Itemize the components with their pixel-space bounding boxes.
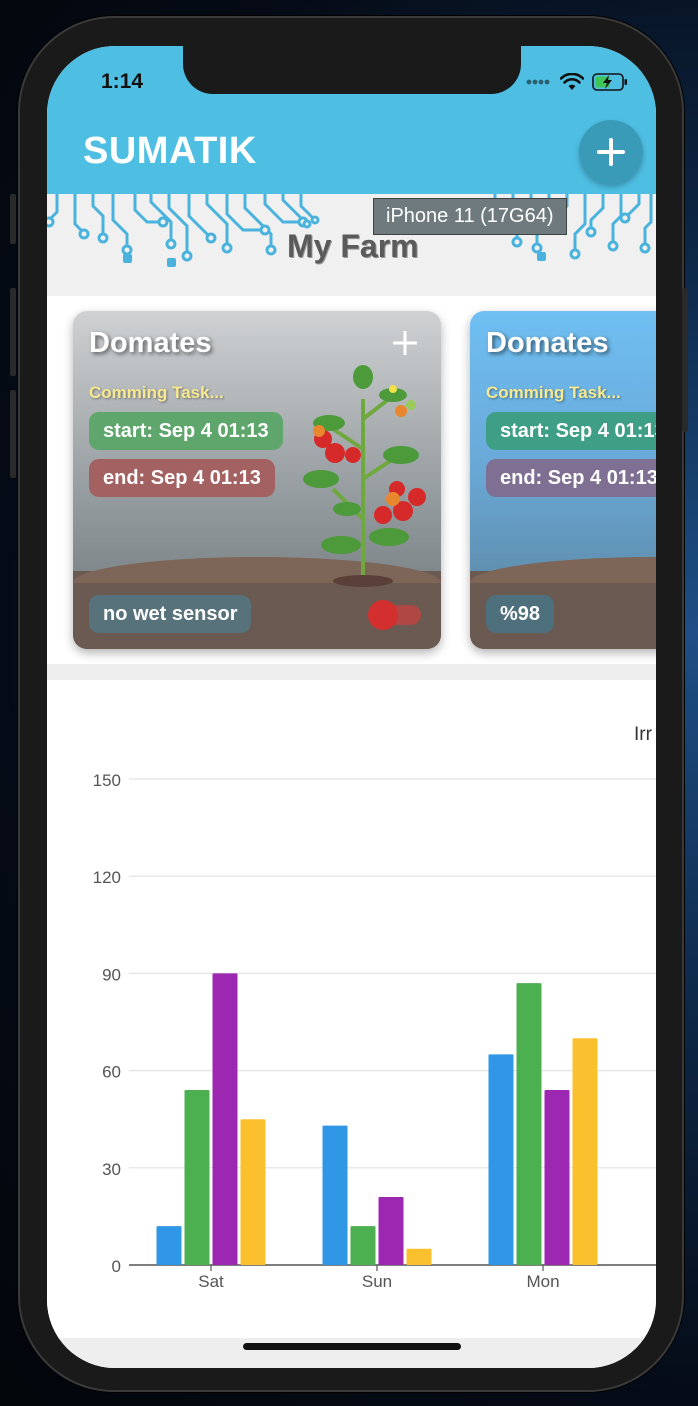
task-end-badge: end: Sep 4 01:13: [486, 459, 656, 497]
power-button: [682, 288, 688, 432]
irrigation-chart-section: Irr 0 30 60 90 120 150 Sat Sun Mon: [47, 680, 656, 1340]
chart-bar: [350, 1226, 376, 1265]
y-tick-label: 0: [112, 1257, 121, 1276]
chart-bar: [212, 973, 238, 1265]
chart-bar: [516, 983, 542, 1265]
y-tick-label: 150: [93, 771, 121, 790]
y-tick-label: 60: [102, 1063, 121, 1082]
upcoming-task-label: Comming Task...: [486, 383, 621, 402]
irrigation-bar-chart: 0 30 60 90 120 150 Sat Sun Mon: [93, 771, 656, 1291]
farm-card[interactable]: Domates Comming Task... start: Sep 4 01:…: [470, 311, 656, 649]
farm-card[interactable]: Domates Comming Task... start: Sep 4 01:…: [73, 311, 441, 649]
chart-bar: [378, 1196, 404, 1265]
simulator-device-tooltip: iPhone 11 (17G64): [373, 198, 567, 235]
x-tick-label: Sun: [362, 1272, 392, 1291]
wifi-icon: [560, 73, 584, 90]
app-bar: 1:14 SUMATIK: [47, 46, 656, 194]
chart-bar: [488, 1054, 514, 1265]
y-tick-label: 120: [93, 868, 121, 887]
x-tick-label: Mon: [526, 1272, 559, 1291]
card-title: Domates: [486, 327, 609, 359]
chart-bar: [240, 1119, 266, 1265]
tomato-plant-illustration: [303, 365, 426, 587]
plus-icon: [392, 330, 418, 356]
plus-icon: [597, 138, 625, 166]
add-task-button[interactable]: [392, 330, 418, 360]
farm-cards-carousel[interactable]: Domates Comming Task... start: Sep 4 01:…: [47, 296, 656, 664]
app-screen: 1:14 SUMATIK My Farm iPhone 11 (17G64) D…: [47, 46, 656, 1368]
card-title: Domates: [89, 327, 212, 359]
status-time: 1:14: [101, 70, 144, 93]
battery-charging-icon: [592, 73, 627, 91]
chart-bar: [184, 1090, 210, 1265]
sensor-status-badge: %98: [486, 595, 555, 633]
irrigation-toggle[interactable]: [367, 599, 423, 631]
sensor-status-badge: no wet sensor: [89, 595, 252, 633]
chart-bar: [572, 1038, 598, 1265]
silent-switch: [10, 194, 16, 244]
status-icons: [526, 72, 628, 92]
chart-bar: [544, 1090, 570, 1265]
home-indicator[interactable]: [243, 1343, 461, 1350]
chart-bar: [322, 1125, 348, 1265]
cellular-signal-icon: [526, 79, 550, 85]
chart-bar: [406, 1248, 432, 1265]
y-tick-label: 90: [102, 965, 121, 984]
task-end-badge: end: Sep 4 01:13: [89, 459, 275, 497]
y-tick-label: 30: [102, 1160, 121, 1179]
task-start-badge: start: Sep 4 01:13: [486, 412, 656, 450]
upcoming-task-label: Comming Task...: [89, 383, 224, 402]
app-title: SUMATIK: [83, 130, 257, 172]
add-farm-button[interactable]: [579, 120, 643, 184]
notch: [183, 46, 521, 94]
chart-bar: [156, 1226, 182, 1265]
volume-up-button: [10, 288, 16, 376]
x-tick-label: Sat: [198, 1272, 224, 1291]
section-divider: [47, 664, 656, 680]
task-start-badge: start: Sep 4 01:13: [89, 412, 283, 450]
volume-down-button: [10, 390, 16, 478]
